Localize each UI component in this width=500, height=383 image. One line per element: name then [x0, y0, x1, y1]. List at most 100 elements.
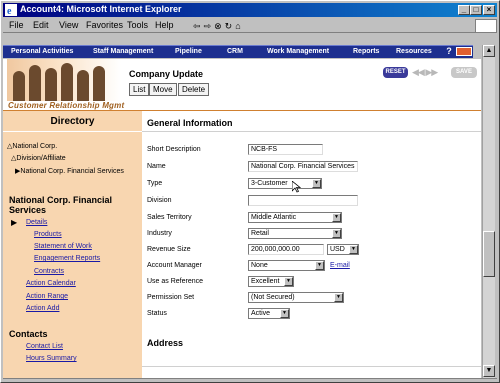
scroll-down-icon[interactable]: ▼: [483, 365, 495, 377]
tree-item-division[interactable]: △Division/Affiliate: [11, 154, 66, 162]
menu-view[interactable]: View: [59, 20, 78, 30]
divider: [3, 131, 142, 132]
scroll-up-icon[interactable]: ▲: [483, 45, 495, 57]
link-contracts[interactable]: Contracts: [34, 268, 64, 275]
tree-item-label: National Corp.: [12, 143, 58, 150]
chevron-down-icon[interactable]: ▼: [280, 309, 289, 318]
scroll-thumb[interactable]: [483, 231, 495, 277]
back-icon[interactable]: ⇦: [193, 21, 201, 32]
screen-icon[interactable]: [456, 47, 472, 56]
use-as-reference-label: Use as Reference: [147, 278, 204, 285]
name-input[interactable]: National Corp. Financial Services: [248, 161, 358, 172]
menu-favorites[interactable]: Favorites: [86, 20, 123, 30]
app-nav-bar: Personal Activities Staff Management Pip…: [3, 45, 473, 58]
link-action-range[interactable]: Action Range: [26, 293, 68, 300]
link-engagement-reports[interactable]: Engagement Reports: [34, 255, 100, 262]
nav-work-management[interactable]: Work Management: [267, 48, 329, 55]
forward-icon[interactable]: ⇨: [204, 21, 212, 32]
permission-set-value: (Not Secured): [251, 294, 295, 301]
industry-select[interactable]: Retail ▼: [248, 228, 342, 239]
tree-item-label: Division/Affiliate: [16, 155, 66, 162]
chevron-down-icon[interactable]: ▼: [315, 261, 324, 270]
tree-item-financial-services[interactable]: ▶National Corp. Financial Services: [15, 167, 124, 175]
close-button[interactable]: ×: [483, 5, 495, 15]
link-action-calendar[interactable]: Action Calendar: [26, 280, 76, 287]
status-select[interactable]: Active ▼: [248, 308, 290, 319]
menu-tools[interactable]: Tools: [127, 20, 148, 30]
home-icon[interactable]: ⌂: [235, 21, 240, 31]
account-manager-select[interactable]: None ▼: [248, 260, 325, 271]
stop-icon[interactable]: ⊗: [214, 21, 222, 32]
chevron-down-icon[interactable]: ▼: [332, 229, 341, 238]
nav-personal-activities[interactable]: Personal Activities: [11, 48, 73, 55]
link-hours-summary[interactable]: Hours Summary: [26, 355, 77, 362]
sidebar: Directory △National Corp. △Division/Affi…: [3, 111, 142, 378]
status-value: Active: [251, 310, 271, 317]
revenue-size-input[interactable]: 200,000,000.00: [248, 244, 324, 255]
nav-pipeline[interactable]: Pipeline: [175, 48, 202, 55]
list-button[interactable]: List: [129, 83, 150, 96]
browser-window: e Account4: Microsoft Internet Explorer …: [0, 0, 500, 383]
help-icon[interactable]: ?: [443, 46, 455, 57]
vertical-scrollbar[interactable]: ▲ ▼: [482, 45, 495, 378]
division-label: Division: [147, 197, 172, 204]
chevron-down-icon[interactable]: ▼: [312, 179, 321, 188]
permission-set-select[interactable]: (Not Secured) ▼: [248, 292, 344, 303]
nav-crm[interactable]: CRM: [227, 48, 243, 55]
chevron-down-icon[interactable]: ▼: [349, 245, 358, 254]
permission-set-label: Permission Set: [147, 294, 195, 301]
current-arrow-icon: ▶: [11, 218, 18, 227]
maximize-button[interactable]: □: [470, 5, 482, 15]
divider: [142, 131, 481, 132]
sales-territory-select[interactable]: Middle Atlantic ▼: [248, 212, 342, 223]
nav-resources[interactable]: Resources: [396, 48, 432, 55]
tree-item-label: National Corp. Financial Services: [20, 168, 124, 175]
chevron-down-icon[interactable]: ▼: [334, 293, 343, 302]
move-button[interactable]: Move: [149, 83, 177, 96]
name-label: Name: [147, 163, 166, 170]
menu-edit[interactable]: Edit: [33, 20, 49, 30]
record-nav-arrows-icon[interactable]: ◀◀ ▶▶: [412, 67, 438, 78]
mouse-cursor-icon: [292, 181, 301, 193]
status-bar: [3, 378, 497, 382]
chevron-down-icon[interactable]: ▼: [332, 213, 341, 222]
sales-territory-label: Sales Territory: [147, 214, 192, 221]
link-contact-list[interactable]: Contact List: [26, 343, 63, 350]
currency-select[interactable]: USD ▼: [327, 244, 359, 255]
use-as-reference-value: Excellent: [251, 278, 280, 285]
division-input[interactable]: [248, 195, 358, 206]
chevron-down-icon[interactable]: ▼: [284, 277, 293, 286]
link-products[interactable]: Products: [34, 231, 62, 238]
account-manager-value: None: [251, 262, 268, 269]
reset-button[interactable]: RESET: [383, 67, 408, 78]
page-title: Company Update: [129, 69, 204, 79]
save-button[interactable]: SAVE: [451, 67, 477, 78]
email-link[interactable]: E-mail: [330, 262, 350, 269]
type-value: 3-Customer: [251, 180, 288, 187]
nav-reports[interactable]: Reports: [353, 48, 379, 55]
internet-explorer-icon: e: [5, 4, 17, 16]
type-select[interactable]: 3-Customer ▼: [248, 178, 322, 189]
industry-label: Industry: [147, 230, 172, 237]
use-as-reference-select[interactable]: Excellent ▼: [248, 276, 294, 287]
link-action-add[interactable]: Action Add: [26, 305, 59, 312]
menu-bar: File Edit View Favorites Tools Help ⇦ ⇨ …: [3, 18, 497, 33]
team-photo-logo: [7, 59, 121, 101]
main-content: General Information Short Description NC…: [142, 111, 481, 378]
delete-button[interactable]: Delete: [178, 83, 210, 96]
currency-value: USD: [330, 246, 345, 253]
nav-staff-management[interactable]: Staff Management: [93, 48, 153, 55]
minimize-button[interactable]: _: [458, 5, 470, 15]
windows-logo-icon: [475, 19, 497, 33]
type-label: Type: [147, 180, 163, 187]
title-bar: e Account4: Microsoft Internet Explorer …: [3, 3, 497, 17]
divider: [142, 366, 481, 367]
menu-file[interactable]: File: [9, 20, 24, 30]
link-statement-of-work[interactable]: Statement of Work: [34, 243, 92, 250]
refresh-icon[interactable]: ↻: [225, 21, 233, 32]
link-details[interactable]: Details: [26, 219, 47, 226]
contacts-title: Contacts: [9, 329, 48, 339]
menu-help[interactable]: Help: [155, 20, 174, 30]
tree-item-national-corp[interactable]: △National Corp.: [7, 142, 57, 150]
short-description-input[interactable]: NCB-FS: [248, 144, 323, 155]
